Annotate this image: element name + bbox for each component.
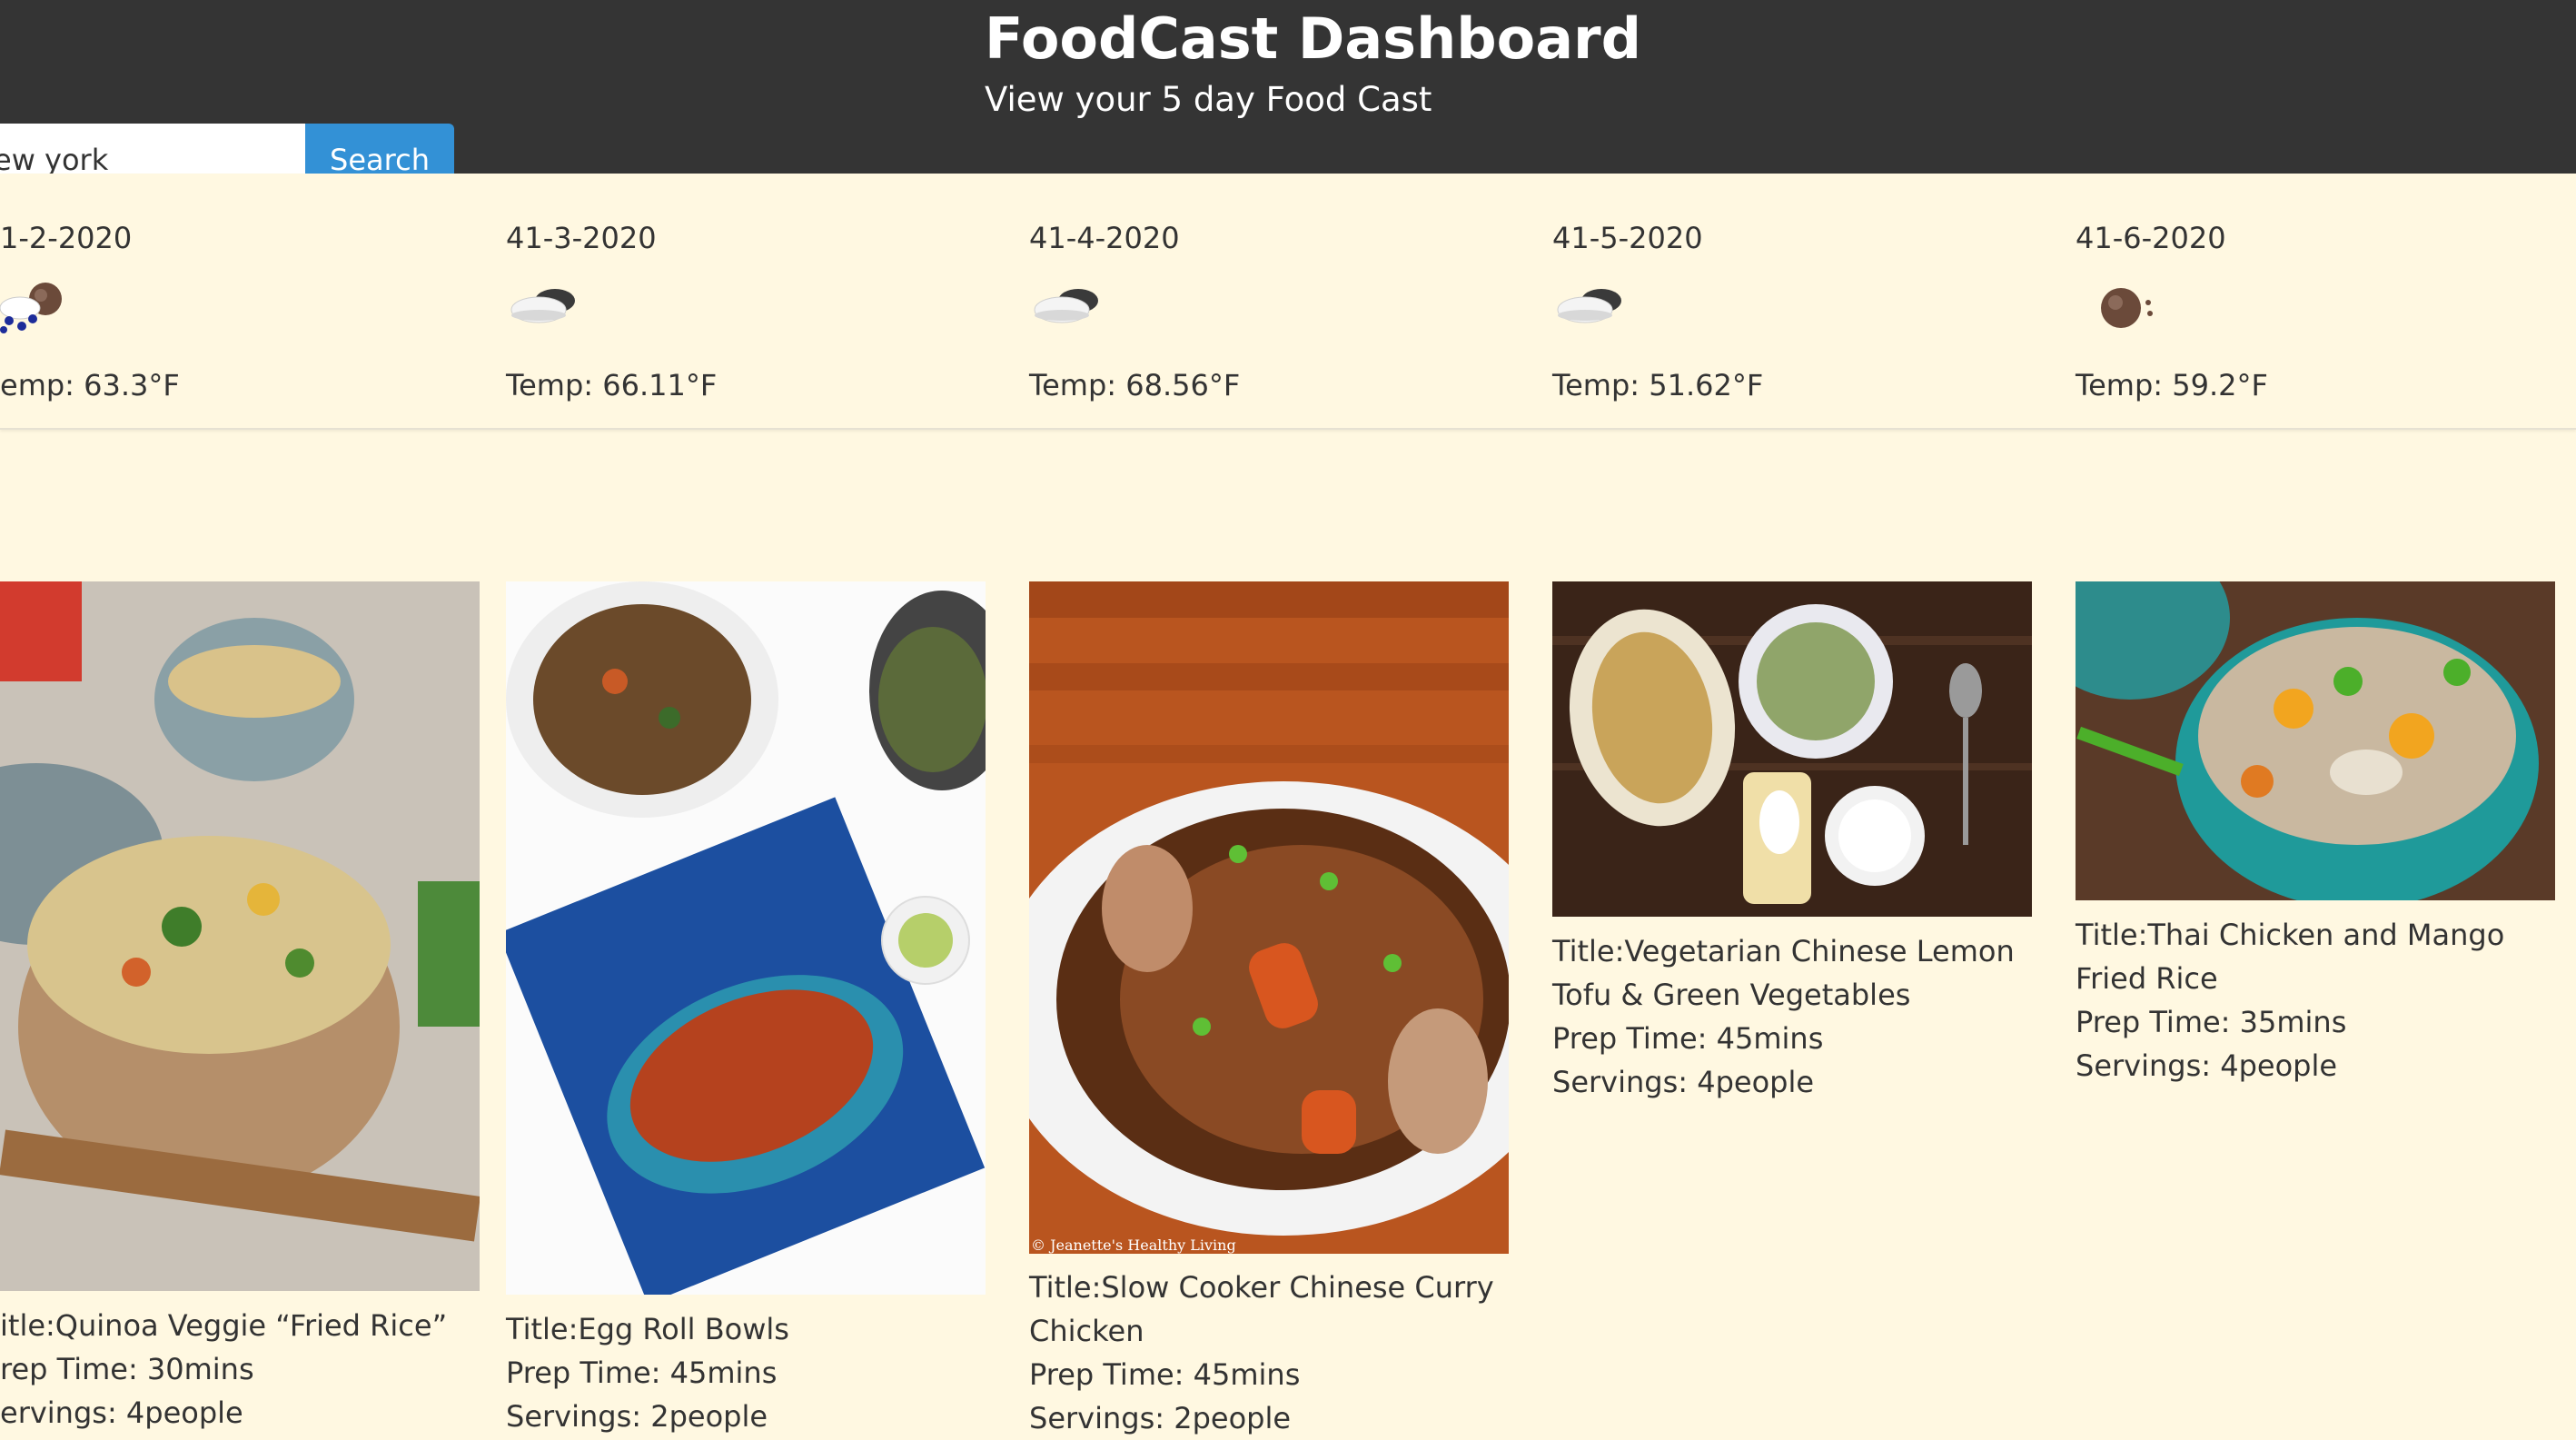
recipe-prep-time: Prep Time: 45mins (1029, 1357, 1301, 1392)
partly-cloudy-icon (1552, 273, 1634, 337)
forecast-day: 41-4-2020 Temp: 68.56°F (1029, 174, 1520, 428)
forecast-date: 41-6-2020 (2076, 221, 2226, 255)
recipe-details: itle:Quinoa Veggie “Fried Rice” rep Time… (0, 1304, 480, 1435)
forecast-temp: Temp: 59.2°F (2076, 368, 2268, 402)
forecast-temp: Temp: 68.56°F (1029, 368, 1241, 402)
recipe-servings: Servings: 4people (2076, 1048, 2338, 1083)
forecast-date: 1-2-2020 (0, 221, 133, 255)
forecast-day: 41-3-2020 Temp: 66.11°F (506, 174, 996, 428)
forecast-date: 41-5-2020 (1552, 221, 1703, 255)
forecast-day: 41-6-2020 Temp: 59.2°F (2076, 174, 2566, 428)
clear-night-icon (2076, 273, 2157, 337)
forecast-row: 1-2-2020 emp: 63.3°F 41-3-2020 Temp: 66.… (0, 174, 2576, 430)
recipe-title: Title:Egg Roll Bowls (506, 1312, 789, 1346)
recipe-title: Title:Vegetarian Chinese Lemon Tofu & Gr… (1552, 934, 2015, 1012)
page-header: FoodCast Dashboard View your 5 day Food … (0, 0, 2576, 196)
recipe-servings: ervings: 4people (0, 1395, 243, 1430)
recipe-image[interactable] (506, 581, 986, 1295)
forecast-day: 1-2-2020 emp: 63.3°F (0, 174, 490, 428)
recipe-prep-time: Prep Time: 45mins (506, 1356, 778, 1390)
partly-cloudy-icon (506, 273, 588, 337)
recipe-servings: Servings: 2people (506, 1399, 768, 1434)
page-title: FoodCast Dashboard (985, 5, 1641, 72)
recipe-image[interactable] (2076, 581, 2555, 900)
recipe-image[interactable] (1552, 581, 2032, 917)
recipe-prep-time: rep Time: 30mins (0, 1352, 254, 1386)
recipe-details: Title:Egg Roll Bowls Prep Time: 45mins S… (506, 1307, 986, 1438)
image-credit: © Jeanette's Healthy Living (1031, 1236, 1236, 1254)
rain-cloud-icon (0, 273, 82, 337)
recipe-prep-time: Prep Time: 45mins (1552, 1021, 1824, 1056)
recipe-details: Title:Vegetarian Chinese Lemon Tofu & Gr… (1552, 929, 2032, 1104)
recipe-image[interactable]: © Jeanette's Healthy Living (1029, 581, 1509, 1254)
recipe-title: itle:Quinoa Veggie “Fried Rice” (0, 1308, 448, 1343)
page-subtitle: View your 5 day Food Cast (985, 80, 1432, 119)
forecast-date: 41-4-2020 (1029, 221, 1180, 255)
recipe-servings: Servings: 4people (1552, 1065, 1815, 1099)
recipe-title: Title:Slow Cooker Chinese Curry Chicken (1029, 1270, 1494, 1348)
recipe-title: Title:Thai Chicken and Mango Fried Rice (2076, 918, 2505, 996)
partly-cloudy-icon (1029, 273, 1111, 337)
recipe-details: Title:Thai Chicken and Mango Fried Rice … (2076, 913, 2555, 1087)
forecast-day: 41-5-2020 Temp: 51.62°F (1552, 174, 2043, 428)
forecast-temp: emp: 63.3°F (0, 368, 180, 402)
forecast-temp: Temp: 66.11°F (506, 368, 718, 402)
recipe-servings: Servings: 2people (1029, 1401, 1292, 1435)
forecast-date: 41-3-2020 (506, 221, 657, 255)
forecast-temp: Temp: 51.62°F (1552, 368, 1764, 402)
recipe-image[interactable] (0, 581, 480, 1291)
recipe-details: Title:Slow Cooker Chinese Curry Chicken … (1029, 1266, 1509, 1440)
recipe-prep-time: Prep Time: 35mins (2076, 1005, 2347, 1039)
